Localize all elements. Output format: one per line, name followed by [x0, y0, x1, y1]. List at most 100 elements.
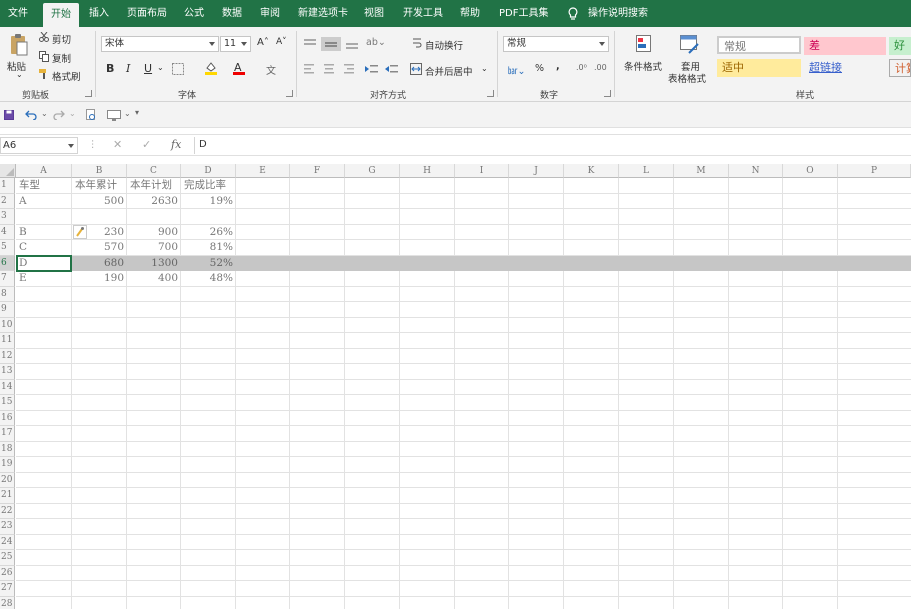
row-header-15[interactable]: 15: [0, 395, 15, 411]
row-header-5[interactable]: 5: [0, 240, 15, 256]
grow-font-icon[interactable]: A˄: [257, 37, 269, 48]
row-header-16[interactable]: 16: [0, 410, 15, 426]
underline-dropdown[interactable]: ⌄: [157, 63, 164, 72]
orientation-icon[interactable]: ab⌄: [366, 37, 386, 48]
vertical-align-icons[interactable]: [304, 37, 364, 51]
undo-dropdown[interactable]: ⌄: [41, 109, 48, 118]
tab-page-layout[interactable]: 页面布局: [127, 0, 167, 27]
tab-pdf-tools[interactable]: PDF工具集: [499, 0, 548, 27]
currency-icon[interactable]: ㍴⌄: [508, 63, 525, 77]
cell-c6[interactable]: 1300: [127, 256, 181, 272]
italic-button[interactable]: I: [126, 62, 130, 75]
tell-me-search[interactable]: 操作说明搜索: [588, 0, 648, 27]
enter-icon[interactable]: ✓: [142, 138, 151, 151]
tab-view[interactable]: 视图: [364, 0, 384, 27]
column-header-a[interactable]: A: [16, 164, 72, 178]
tab-developer[interactable]: 开发工具: [403, 0, 443, 27]
row-header-22[interactable]: 22: [0, 503, 15, 519]
comma-button[interactable]: ,: [556, 61, 560, 72]
row-header-21[interactable]: 21: [0, 488, 15, 504]
cell-d5[interactable]: 81%: [181, 240, 236, 256]
cell-d2[interactable]: 19%: [181, 194, 236, 210]
shrink-font-icon[interactable]: A˅: [276, 37, 287, 47]
cell-b2[interactable]: 500: [72, 194, 127, 210]
tab-insert[interactable]: 插入: [89, 0, 109, 27]
row-header-9[interactable]: 9: [0, 302, 15, 318]
row-header-3[interactable]: 3: [0, 209, 15, 225]
tab-formulas[interactable]: 公式: [184, 0, 204, 27]
row-header-8[interactable]: 8: [0, 286, 15, 302]
column-header-l[interactable]: L: [619, 164, 674, 178]
row-header-23[interactable]: 23: [0, 519, 15, 535]
font-size-select[interactable]: 11: [220, 36, 251, 52]
column-header-e[interactable]: E: [236, 164, 290, 178]
cell-a1[interactable]: 车型: [16, 178, 72, 194]
row-header-18[interactable]: 18: [0, 441, 15, 457]
column-header-h[interactable]: H: [400, 164, 455, 178]
style-good[interactable]: 好: [889, 37, 911, 55]
cell-d4[interactable]: 26%: [181, 225, 236, 241]
style-calc[interactable]: 计算: [889, 59, 911, 77]
cell-b7[interactable]: 190: [72, 271, 127, 287]
row-header-28[interactable]: 28: [0, 596, 15, 609]
row-header-24[interactable]: 24: [0, 534, 15, 550]
row-header-4[interactable]: 4: [0, 224, 15, 240]
underline-button[interactable]: U: [144, 62, 152, 75]
cell-c7[interactable]: 400: [127, 271, 181, 287]
column-header-k[interactable]: K: [564, 164, 619, 178]
number-format-select[interactable]: 常规: [503, 36, 609, 52]
tab-file[interactable]: 文件: [8, 0, 28, 27]
formula-input[interactable]: D: [194, 137, 911, 154]
cell-a4[interactable]: B: [16, 225, 72, 241]
paste-options-button[interactable]: [73, 225, 87, 239]
undo-icon[interactable]: [25, 110, 37, 120]
row-header-26[interactable]: 26: [0, 565, 15, 581]
name-box[interactable]: A6: [0, 137, 78, 154]
wrap-text-button[interactable]: 自动换行: [425, 38, 463, 52]
tab-home[interactable]: 开始: [43, 3, 79, 27]
cell-a5[interactable]: C: [16, 240, 72, 256]
style-bad[interactable]: 差: [804, 37, 886, 55]
row-header-1[interactable]: 1: [0, 178, 15, 194]
clipboard-launcher-icon[interactable]: [85, 90, 92, 97]
cell-d6[interactable]: 52%: [181, 256, 236, 272]
row-header-7[interactable]: 7: [0, 271, 15, 287]
cut-button[interactable]: 剪切: [52, 32, 71, 46]
column-header-o[interactable]: O: [783, 164, 838, 178]
save-icon[interactable]: [4, 110, 14, 120]
font-launcher-icon[interactable]: [286, 90, 293, 97]
toolbar-dropdown[interactable]: ⌄: [124, 109, 131, 118]
row-header-6[interactable]: 6: [0, 255, 15, 271]
row-header-20[interactable]: 20: [0, 472, 15, 488]
customize-qat-icon[interactable]: ▾: [135, 108, 139, 117]
row-header-10[interactable]: 10: [0, 317, 15, 333]
cell-b5[interactable]: 570: [72, 240, 127, 256]
number-launcher-icon[interactable]: [604, 90, 611, 97]
print-preview-icon[interactable]: [85, 109, 97, 121]
cell-b6[interactable]: 680: [72, 256, 127, 272]
tab-new-tab[interactable]: 新建选项卡: [298, 0, 348, 27]
tab-review[interactable]: 审阅: [260, 0, 280, 27]
paste-dropdown[interactable]: ⌄: [16, 70, 23, 79]
cell-c4[interactable]: 900: [127, 225, 181, 241]
cell-d1[interactable]: 完成比率: [181, 178, 236, 194]
cell-a2[interactable]: A: [16, 194, 72, 210]
decrease-decimal-icon[interactable]: .00: [594, 63, 607, 72]
row-header-17[interactable]: 17: [0, 426, 15, 442]
tab-help[interactable]: 帮助: [460, 0, 480, 27]
phonetic-icon[interactable]: 文: [266, 62, 276, 77]
row-header-11[interactable]: 11: [0, 333, 15, 349]
row-header-2[interactable]: 2: [0, 193, 15, 209]
row-header-12[interactable]: 12: [0, 348, 15, 364]
bold-button[interactable]: B: [106, 62, 114, 75]
column-header-b[interactable]: B: [72, 164, 127, 178]
redo-icon[interactable]: [53, 110, 65, 120]
increase-decimal-icon[interactable]: .0⁰: [576, 63, 587, 72]
cancel-icon[interactable]: ✕: [113, 138, 122, 151]
conditional-format-button[interactable]: 条件格式: [624, 59, 662, 73]
redo-dropdown[interactable]: ⌄: [69, 109, 76, 118]
column-header-p[interactable]: P: [838, 164, 911, 178]
percent-button[interactable]: %: [535, 63, 544, 74]
fill-color-icon[interactable]: [204, 61, 218, 75]
format-as-table-button[interactable]: 表格格式: [668, 71, 706, 85]
